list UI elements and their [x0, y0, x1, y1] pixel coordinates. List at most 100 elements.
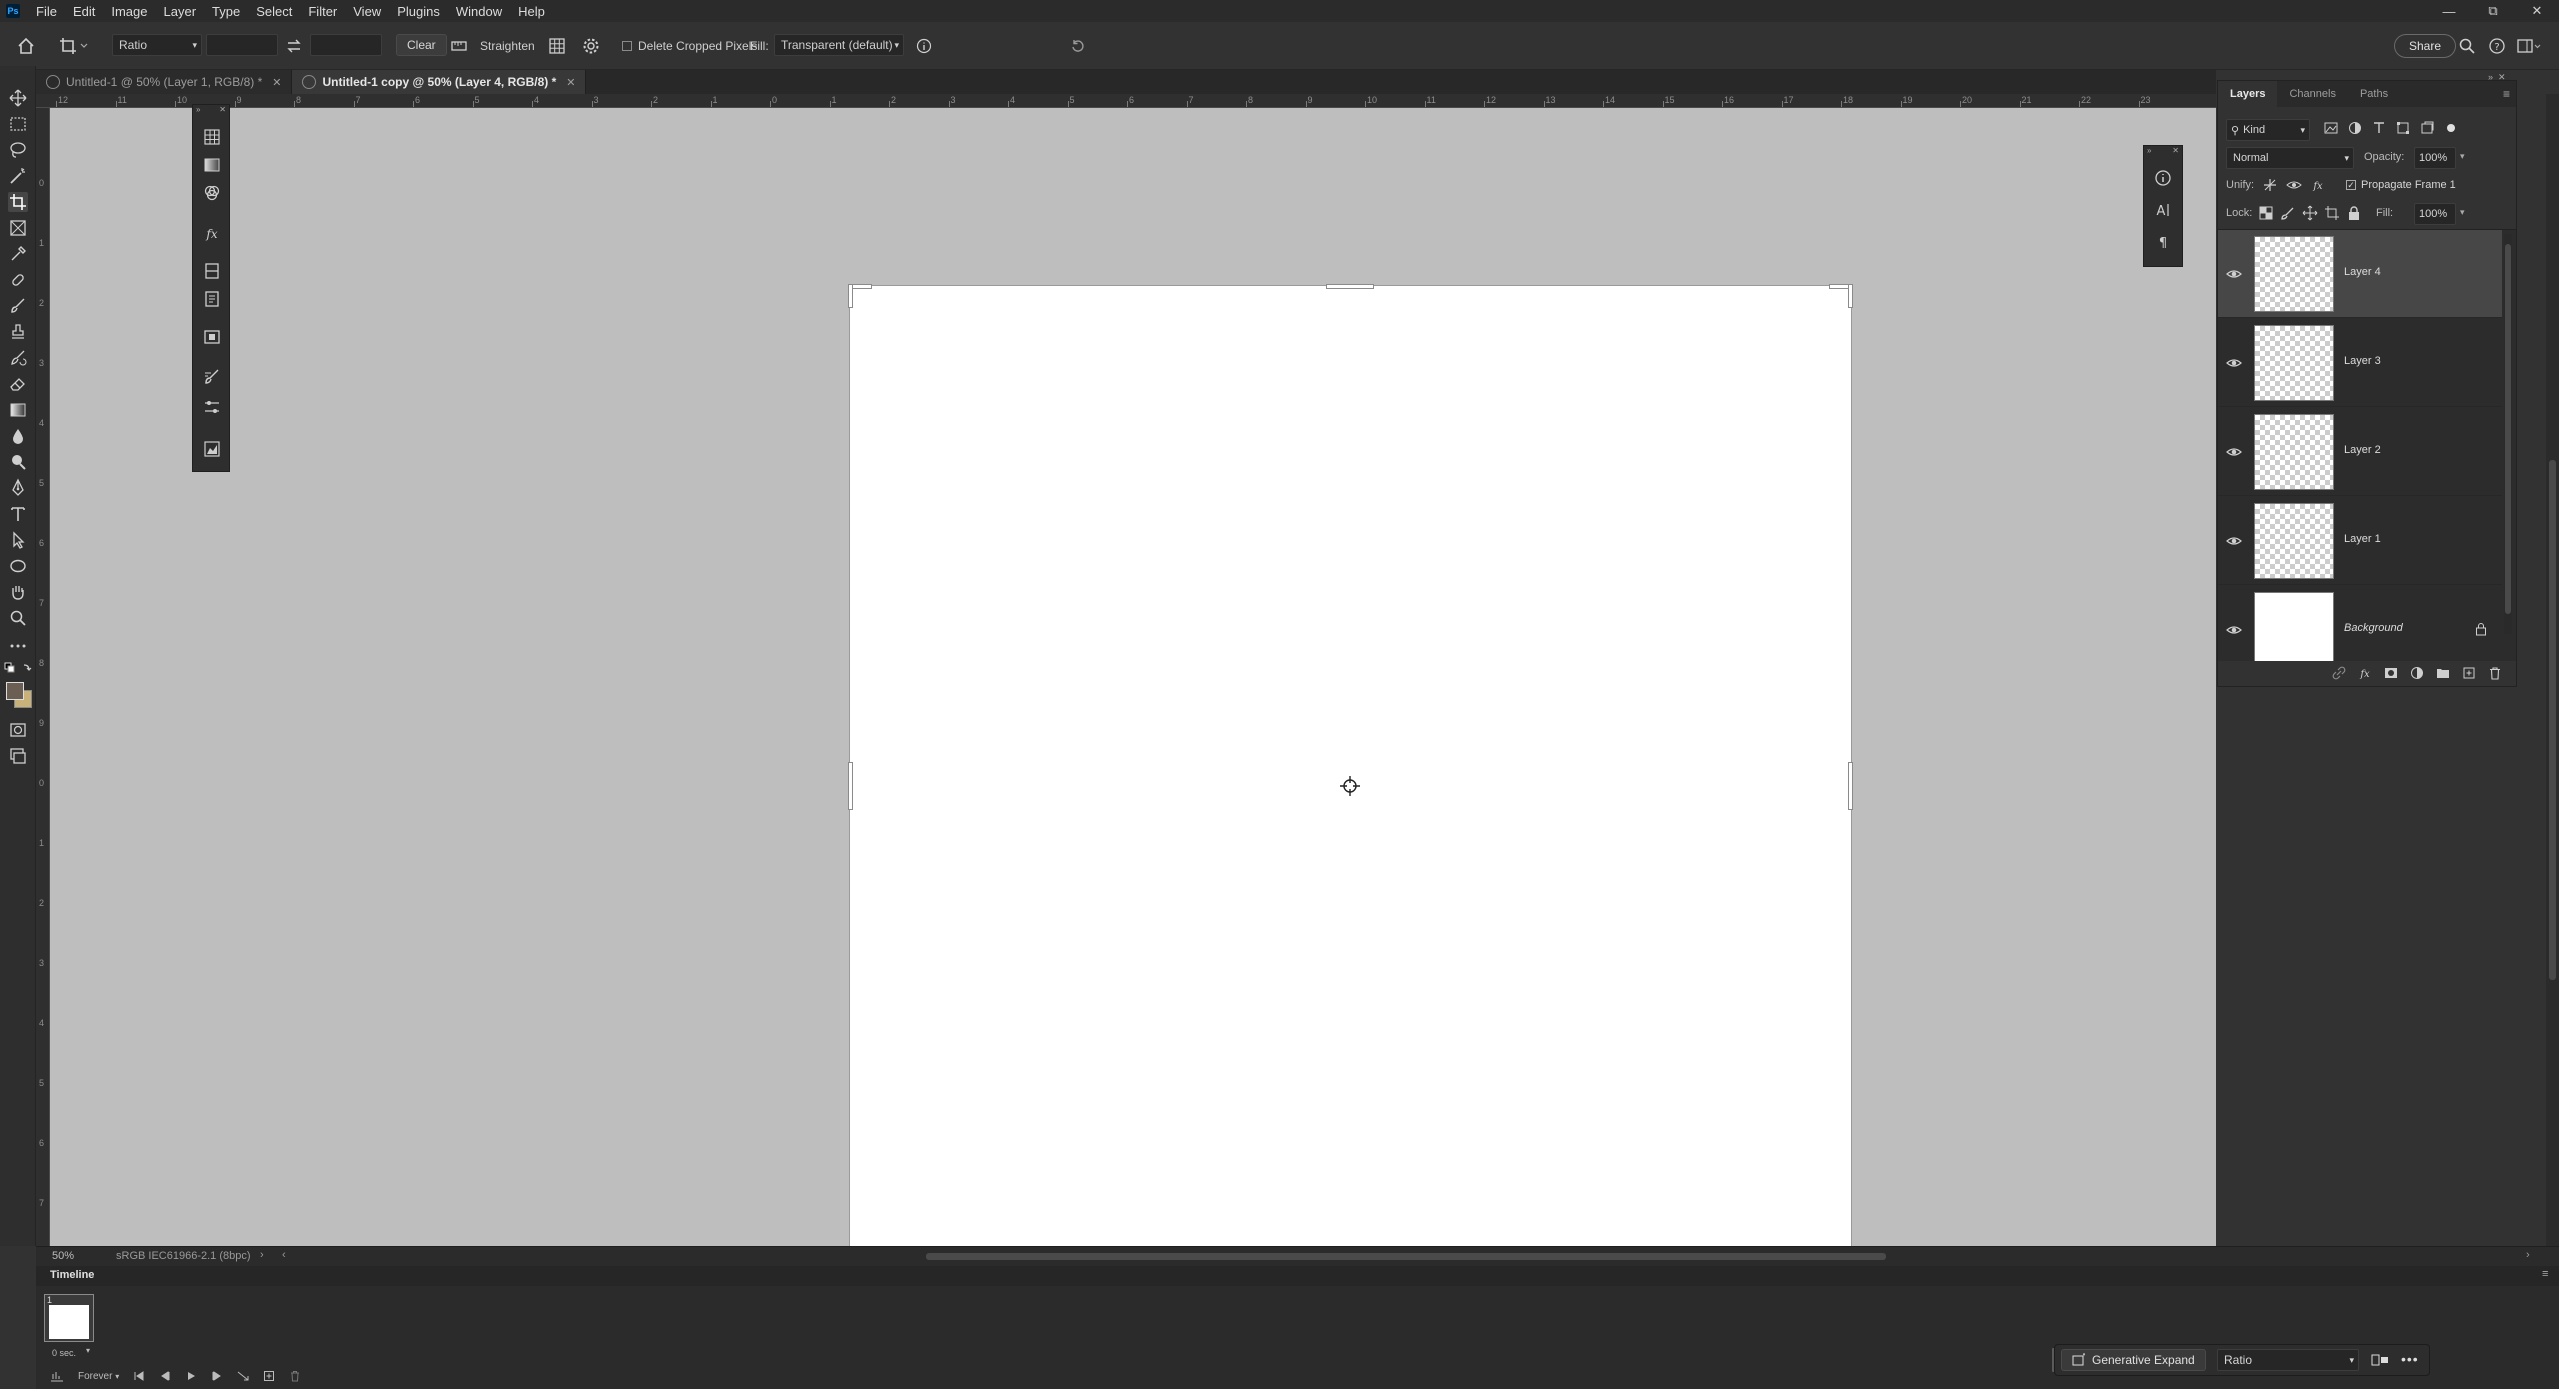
shape-layer-filter-icon[interactable] — [2396, 121, 2410, 135]
gear-icon[interactable] — [582, 34, 600, 58]
paragraph-panel-icon[interactable]: ¶ — [2153, 232, 2173, 252]
layer-name[interactable]: Background — [2344, 622, 2403, 634]
pixel-layer-filter-icon[interactable] — [2324, 121, 2338, 135]
lock-transparency-icon[interactable] — [2258, 205, 2274, 221]
loop-select[interactable]: Forever ▾ — [78, 1371, 119, 1382]
kind-filter-select[interactable]: ⚲ Kind ▾ — [2226, 119, 2310, 141]
layer-row-layer-1[interactable]: Layer 1 — [2218, 497, 2502, 585]
close-icon[interactable]: ✕ — [272, 76, 281, 89]
default-colors-icon[interactable] — [4, 662, 32, 676]
scrollbar-thumb[interactable] — [2505, 244, 2511, 614]
new-layer-icon[interactable] — [2462, 666, 2476, 680]
ellipse-tool-icon[interactable] — [8, 556, 28, 576]
layer-row-layer-3[interactable]: Layer 3 — [2218, 319, 2502, 407]
tab-paths[interactable]: Paths — [2348, 81, 2400, 107]
tab-channels[interactable]: Channels — [2277, 81, 2347, 107]
convert-timeline-icon[interactable] — [50, 1370, 64, 1382]
eye-icon[interactable] — [2226, 444, 2242, 460]
gradient-tool-icon[interactable] — [8, 400, 28, 420]
foreground-color-swatch[interactable] — [6, 682, 24, 700]
gradients-panel-icon[interactable] — [202, 155, 222, 175]
swap-orientation-icon[interactable] — [2371, 1353, 2389, 1367]
next-frame-icon[interactable] — [211, 1370, 223, 1382]
properties-panel-icon[interactable] — [202, 289, 222, 309]
straighten-icon[interactable] — [450, 34, 468, 58]
brushes-panel-icon[interactable] — [202, 367, 222, 387]
color-panel-icon[interactable] — [202, 183, 222, 203]
help-icon[interactable]: ? — [2488, 34, 2506, 58]
fx-styles-icon[interactable]: fx — [202, 223, 222, 243]
move-tool-icon[interactable] — [8, 88, 28, 108]
blur-tool-icon[interactable] — [8, 426, 28, 446]
adjustment-layer-filter-icon[interactable] — [2348, 121, 2362, 135]
vertical-ruler[interactable]: 0 1 2 3 4 5 6 7 8 9 0 1 2 3 4 5 6 7 — [36, 108, 50, 1246]
duplicate-frame-icon[interactable] — [263, 1370, 275, 1382]
photoshop-logo[interactable]: Ps — [6, 4, 20, 18]
eyedropper-tool-icon[interactable] — [8, 244, 28, 264]
type-layer-filter-icon[interactable] — [2372, 121, 2386, 135]
collapse-icon[interactable]: » — [196, 105, 200, 115]
crop-handle-left[interactable] — [848, 762, 853, 810]
chevron-right-icon[interactable]: › — [2526, 1249, 2530, 1261]
more-tools-icon[interactable] — [8, 636, 28, 656]
overlay-grid-icon[interactable] — [548, 34, 566, 58]
swatches-panel-icon[interactable] — [202, 127, 222, 147]
unify-style-icon[interactable]: fx — [2310, 177, 2326, 193]
frame-delay[interactable]: 0 sec. — [52, 1348, 76, 1358]
lock-pixels-icon[interactable] — [2280, 205, 2296, 221]
eye-icon[interactable] — [2226, 533, 2242, 549]
eraser-tool-icon[interactable] — [8, 374, 28, 394]
zoom-tool-icon[interactable] — [8, 608, 28, 628]
checkbox-box[interactable] — [622, 41, 632, 51]
menu-window[interactable]: Window — [448, 4, 510, 19]
timeline-title[interactable]: Timeline — [50, 1269, 94, 1281]
layer-name[interactable]: Layer 1 — [2344, 533, 2381, 545]
horizontal-scrollbar-thumb[interactable] — [926, 1253, 1886, 1260]
eye-icon[interactable] — [2226, 355, 2242, 371]
marquee-tool-icon[interactable] — [8, 114, 28, 134]
hand-tool-icon[interactable] — [8, 582, 28, 602]
straighten-label[interactable]: Straighten — [480, 34, 535, 58]
checkmark-icon[interactable]: ✓ — [2346, 180, 2356, 190]
height-input[interactable] — [310, 34, 382, 56]
magic-wand-tool-icon[interactable] — [8, 166, 28, 186]
menu-edit[interactable]: Edit — [65, 4, 103, 19]
panel-menu-icon[interactable]: ≡ — [2503, 81, 2510, 107]
minimize-icon[interactable]: — — [2427, 0, 2471, 22]
lock-all-icon[interactable] — [2346, 205, 2362, 221]
menu-view[interactable]: View — [345, 4, 389, 19]
play-icon[interactable] — [185, 1370, 197, 1382]
opacity-chevron-icon[interactable]: ▾ — [2460, 151, 2465, 162]
histogram-panel-icon[interactable] — [202, 439, 222, 459]
taskbar-ratio-select[interactable]: Ratio ▾ — [2217, 1349, 2359, 1371]
fill-input[interactable]: 100% — [2414, 203, 2456, 225]
workspace-icon[interactable] — [2516, 34, 2542, 58]
clear-button[interactable]: Clear — [396, 34, 447, 56]
crop-handle-right[interactable] — [1848, 762, 1853, 810]
crop-handle-top[interactable] — [1326, 284, 1374, 289]
new-group-icon[interactable] — [2436, 666, 2450, 680]
lasso-tool-icon[interactable] — [8, 140, 28, 160]
path-selection-tool-icon[interactable] — [8, 530, 28, 550]
lock-artboard-icon[interactable] — [2324, 205, 2340, 221]
healing-brush-tool-icon[interactable] — [8, 270, 28, 290]
type-tool-icon[interactable] — [8, 504, 28, 524]
propagate-frame-checkbox[interactable]: ✓ Propagate Frame 1 — [2346, 179, 2456, 191]
tab-untitled-1-copy[interactable]: Untitled-1 copy @ 50% (Layer 4, RGB/8) *… — [292, 70, 587, 94]
unify-visibility-icon[interactable] — [2286, 177, 2302, 193]
eye-icon[interactable] — [2226, 266, 2242, 282]
blend-mode-select[interactable]: Normal ▾ — [2226, 147, 2354, 169]
quick-mask-icon[interactable] — [8, 720, 28, 740]
zoom-level[interactable]: 50% — [52, 1250, 74, 1262]
menu-plugins[interactable]: Plugins — [389, 4, 448, 19]
info-icon[interactable] — [916, 34, 932, 58]
menu-help[interactable]: Help — [510, 4, 553, 19]
tab-untitled-1[interactable]: Untitled-1 @ 50% (Layer 1, RGB/8) * ✕ — [36, 70, 293, 94]
tab-layers[interactable]: Layers — [2218, 81, 2278, 107]
color-profile[interactable]: sRGB IEC61966-2.1 (8bpc) — [116, 1250, 251, 1262]
brush-tool-icon[interactable] — [8, 296, 28, 316]
crop-tool-preset-icon[interactable] — [58, 34, 88, 58]
delete-cropped-checkbox[interactable]: Delete Cropped Pixels — [622, 34, 757, 58]
more-options-icon[interactable]: ••• — [2401, 1351, 2419, 1367]
libraries-panel-icon[interactable] — [202, 327, 222, 347]
